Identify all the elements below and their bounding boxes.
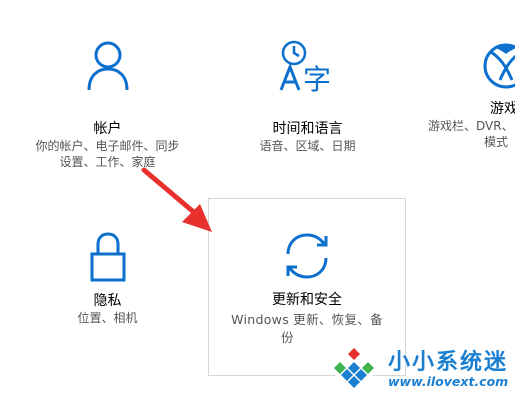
tile-description-line: 你的帐户、电子邮件、同步 [35,139,180,153]
sync-icon [280,231,334,281]
user-icon [86,40,130,92]
tile-description-line: 语音、区域、日期 [259,139,356,153]
time-language-icon: 字 [279,40,337,92]
tile-description: 游戏栏、DVR、 模式 [428,118,515,150]
tile-title: 帐户 [93,121,122,137]
svg-text:字: 字 [303,63,331,92]
tile-title: 时间和语言 [272,121,343,137]
watermark-url: www.ilovext.com [388,374,509,389]
tile-title: 隐私 [93,293,122,309]
settings-tile-account[interactable]: 帐户 你的帐户、电子邮件、同步 设置、工作、家庭 [10,20,205,180]
xbox-icon [482,40,515,92]
watermark: 小小系统迷 www.ilovext.com [326,338,515,400]
tile-title: 游戏 [490,101,515,117]
watermark-name: 小小系统迷 [388,350,509,375]
tile-description-line: 模式 [484,135,509,149]
tile-description-line: 游戏栏、DVR、 [428,119,514,133]
bottom-link-fragment [122,393,272,400]
red-arrow-annotation [140,166,216,240]
lock-icon [90,232,126,282]
settings-tile-gaming[interactable]: 游戏 游戏栏、DVR、 模式 [410,20,515,180]
bottom-link-text [122,393,272,399]
settings-tile-time-language[interactable]: 字 时间和语言 语音、区域、日期 [205,20,410,180]
tile-description-line: Windows 更新、恢复、备 [231,312,383,327]
watermark-logo-icon [326,340,382,400]
tile-description: 位置、相机 [10,310,205,326]
settings-home-page: 帐户 你的帐户、电子邮件、同步 设置、工作、家庭 字 时间和语言 语音、区域、日… [0,0,515,400]
tile-description: 语音、区域、日期 [205,138,410,154]
tile-description-line: 位置、相机 [77,311,138,325]
tile-title: 更新和安全 [272,292,342,308]
